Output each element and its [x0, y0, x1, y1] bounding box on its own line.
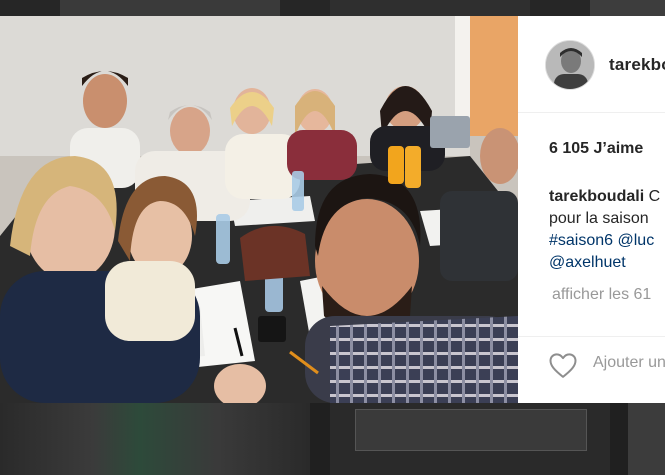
comment-input[interactable]: Ajouter un [593, 354, 665, 372]
post-caption: tarekboudali C pour la saison #saison6 @… [549, 186, 660, 274]
post-header: tarekboudali [518, 16, 665, 113]
background-thumbnail [628, 403, 665, 475]
background-page-top [0, 0, 665, 16]
likes-count[interactable]: 6 105 J’aime [549, 140, 643, 158]
post-sidebar: tarekboudali 6 105 J’aime tarekboudali C… [518, 16, 665, 403]
background-thumbnail [330, 0, 530, 16]
background-thumbnail [0, 403, 310, 475]
caption-line-2: pour la saison [549, 210, 649, 227]
background-thumbnail [355, 409, 587, 451]
caption-username[interactable]: tarekboudali [549, 188, 644, 205]
caption-hashtags[interactable]: #saison6 @luc [549, 230, 660, 252]
post-photo[interactable] [0, 16, 518, 403]
post-dialog: tarekboudali 6 105 J’aime tarekboudali C… [0, 16, 665, 403]
background-thumbnail [60, 0, 280, 16]
background-page-bottom [0, 403, 665, 475]
background-thumbnail [590, 0, 665, 16]
comment-bar: Ajouter un [518, 336, 665, 403]
post-username[interactable]: tarekboudali [609, 55, 665, 75]
caption-text: C [644, 188, 661, 205]
heart-icon[interactable] [548, 351, 578, 379]
caption-mention[interactable]: @axelhuet [549, 252, 660, 274]
show-more-comments-link[interactable]: afficher les 61 [552, 286, 651, 304]
avatar[interactable] [545, 40, 595, 90]
caption-line-1: tarekboudali C [549, 186, 660, 208]
